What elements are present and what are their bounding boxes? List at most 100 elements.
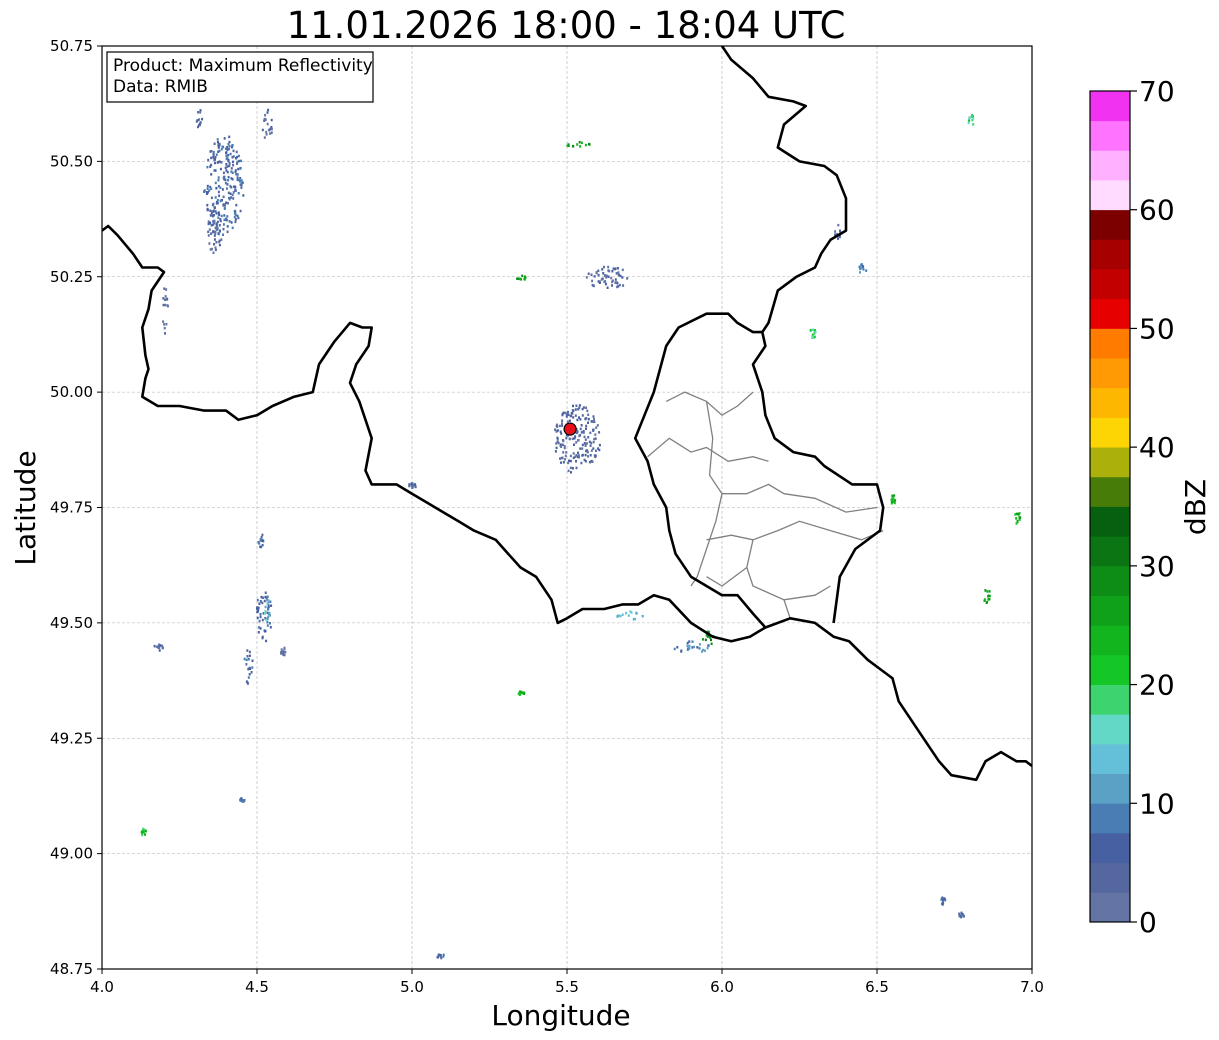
echo-pixel — [256, 616, 259, 620]
echo-pixel — [562, 439, 565, 443]
echo-pixel — [158, 646, 161, 650]
echo-pixel — [225, 187, 228, 190]
echo-pixel — [589, 444, 592, 447]
echo-pixel — [259, 545, 262, 548]
colorbar-segment — [1090, 595, 1130, 626]
echo-pixel — [1015, 517, 1018, 520]
echo-pixel — [595, 426, 598, 429]
echo-pixel — [162, 297, 165, 300]
echo-pixel — [217, 179, 220, 182]
echo-pixel — [216, 202, 219, 205]
echo-pixel — [226, 165, 229, 168]
echo-pixel — [619, 614, 622, 618]
echo-pixel — [225, 163, 228, 166]
echo-pixel — [210, 173, 213, 176]
echo-pixel — [566, 420, 569, 423]
echo-pixel — [837, 237, 839, 240]
echo-pixel — [809, 328, 812, 332]
echo-pixel — [578, 406, 581, 410]
echo-pixel — [235, 203, 238, 207]
echo-pixel — [580, 461, 583, 465]
echo-pixel — [236, 155, 238, 159]
echo-pixel — [601, 268, 604, 271]
echo-pixel — [225, 201, 227, 204]
echo-pixel — [580, 424, 583, 427]
echo-pixel — [265, 130, 268, 134]
colorbar-tick-label: 30 — [1139, 550, 1175, 583]
echo-pixel — [988, 590, 991, 593]
echo-pixel — [618, 283, 621, 287]
info-box: Product: Maximum Reflectivity Data: RMIB — [106, 51, 374, 103]
echo-pixel — [234, 169, 237, 172]
echo-pixel — [207, 222, 210, 226]
echo-pixel — [228, 220, 231, 223]
echo-pixel — [673, 647, 676, 651]
echo-pixel — [261, 618, 264, 622]
echo-pixel — [239, 799, 242, 802]
echo-pixel — [567, 144, 570, 147]
echo-pixel — [595, 449, 597, 452]
echo-pixel — [261, 601, 264, 605]
echo-pixel — [239, 167, 242, 170]
colorbar-segment — [1090, 684, 1130, 715]
echo-pixel — [261, 128, 264, 132]
colorbar-segment — [1090, 358, 1130, 389]
echo-pixel — [237, 167, 240, 171]
colorbar-segment — [1090, 91, 1130, 122]
echo-pixel — [575, 460, 577, 463]
echo-pixel — [581, 454, 584, 457]
echo-pixel — [222, 204, 225, 207]
echo-pixel — [226, 225, 229, 228]
echo-pixel — [269, 622, 271, 625]
echo-pixel — [595, 271, 598, 274]
echo-pixel — [611, 270, 614, 273]
echo-pixel — [213, 221, 216, 224]
echo-pixel — [572, 145, 575, 148]
colorbar: 0 10 20 30 40 50 60 70 — [1089, 75, 1175, 939]
echo-pixel — [207, 234, 210, 237]
echo-pixel — [222, 177, 225, 180]
echo-pixel — [219, 219, 222, 223]
colorbar-segment — [1090, 120, 1130, 151]
echo-pixel — [199, 111, 202, 114]
echo-pixel — [893, 494, 896, 497]
echo-pixel — [218, 194, 221, 197]
echo-pixel — [230, 167, 233, 170]
echo-pixel — [212, 150, 215, 154]
echo-pixel — [561, 443, 564, 446]
echo-pixel — [196, 119, 199, 122]
colorbar-segment — [1090, 743, 1130, 775]
echo-pixel — [987, 595, 990, 598]
echo-pixel — [198, 123, 201, 127]
colorbar-segment — [1090, 298, 1130, 329]
echo-pixel — [229, 192, 232, 195]
echo-pixel — [144, 830, 147, 833]
echo-pixel — [201, 117, 204, 121]
echo-pixel — [591, 279, 594, 283]
echo-pixel — [237, 192, 240, 195]
colorbar-tick-label: 50 — [1139, 312, 1175, 345]
echo-pixel — [593, 418, 595, 421]
echo-pixel — [258, 602, 261, 605]
echo-pixel — [212, 214, 215, 217]
echo-pixel — [569, 454, 572, 458]
echo-pixel — [155, 645, 158, 648]
map-title: 11.01.2026 18:00 - 18:04 UTC — [287, 4, 846, 47]
echo-pixel — [161, 646, 164, 650]
echo-pixel — [593, 275, 596, 278]
echo-pixel — [621, 268, 624, 272]
echo-pixel — [213, 238, 216, 241]
echo-pixel — [574, 414, 577, 417]
colorbar-tick-label: 20 — [1139, 669, 1175, 702]
echo-pixel — [569, 459, 572, 463]
info-product: Product: Maximum Reflectivity — [113, 56, 373, 76]
echo-pixel — [688, 644, 691, 648]
echo-pixel — [592, 440, 595, 444]
echo-pixel — [607, 275, 610, 278]
echo-pixel — [235, 150, 238, 154]
echo-pixel — [164, 332, 166, 335]
echo-pixel — [260, 536, 263, 539]
echo-pixel — [234, 186, 237, 189]
echo-pixel — [207, 158, 210, 162]
echo-pixel — [264, 630, 266, 633]
